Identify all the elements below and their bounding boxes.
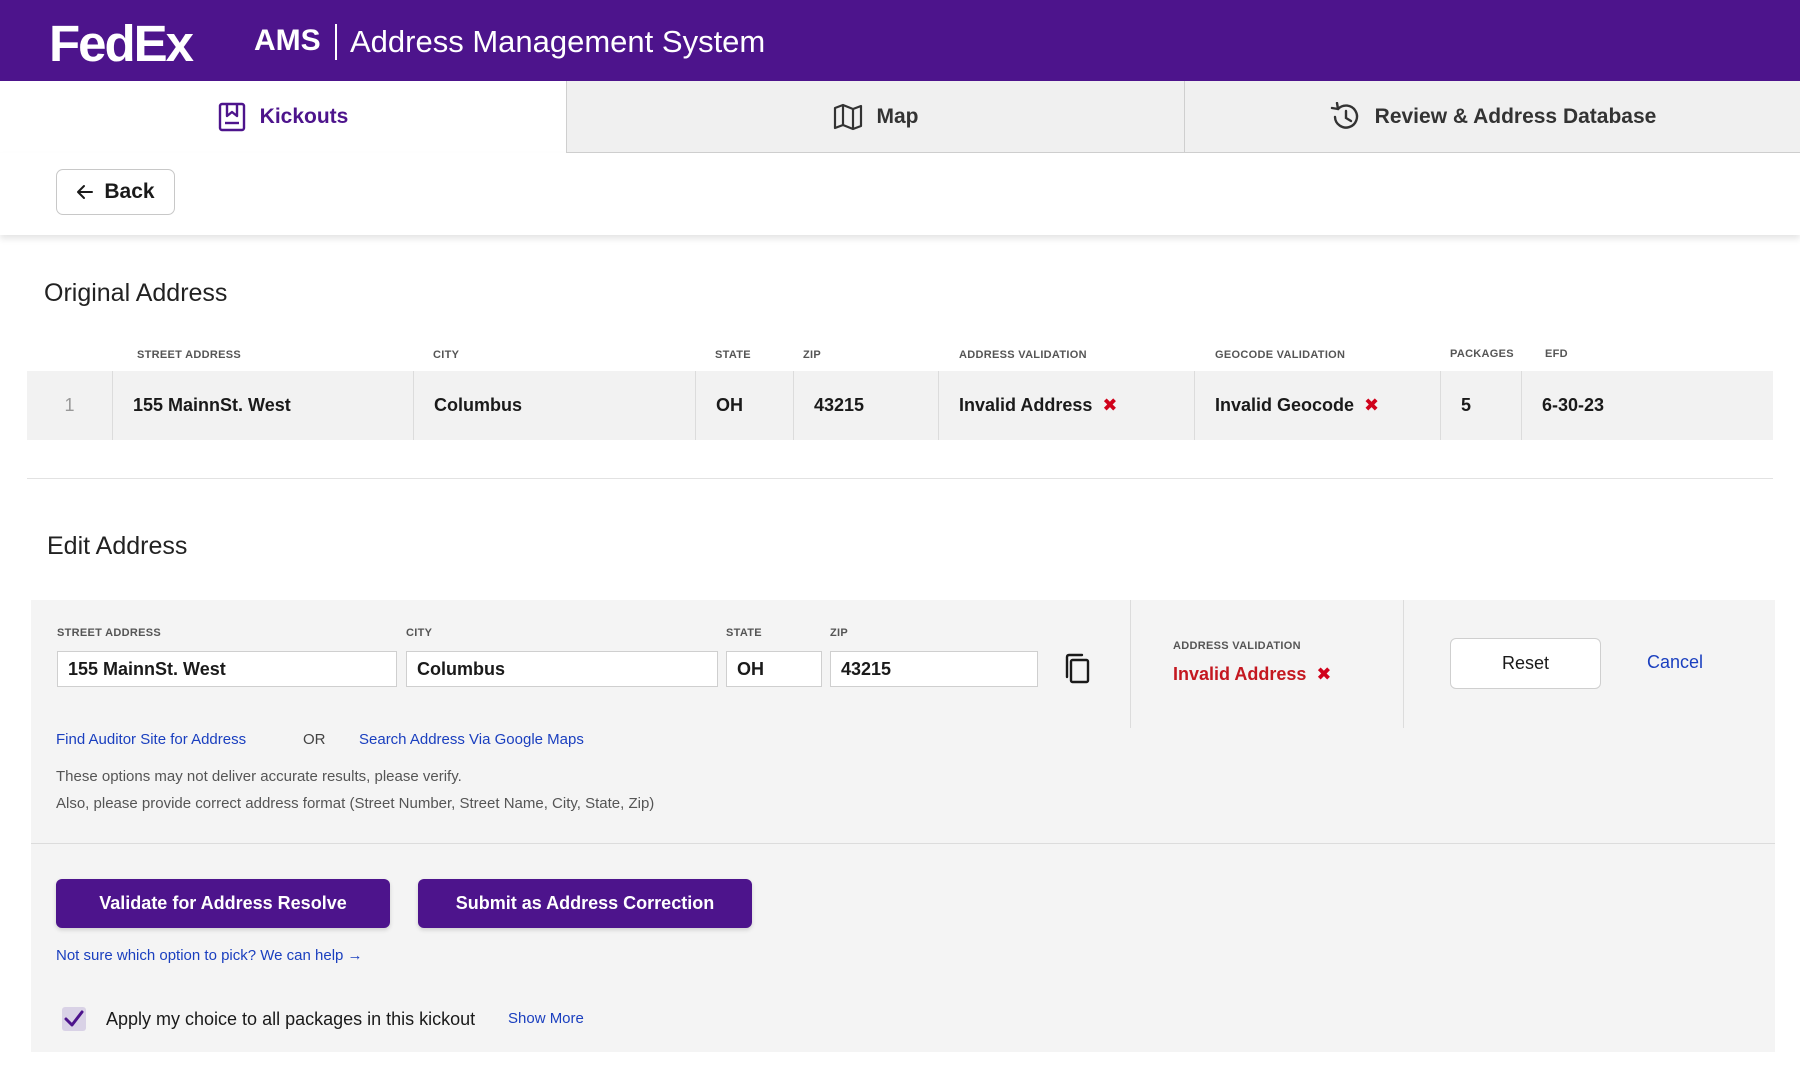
section-divider [27, 478, 1773, 479]
geocode-validation-text: Invalid Geocode [1215, 395, 1355, 415]
address-validation-label: ADDRESS VALIDATION [1173, 640, 1301, 652]
error-x-icon: ✖ [1364, 395, 1380, 415]
error-x-icon: ✖ [1102, 395, 1118, 415]
tab-label: Review & Address Database [1374, 104, 1657, 128]
tab-map[interactable]: Map [566, 81, 1184, 153]
apply-all-label[interactable]: Apply my choice to all packages in this … [106, 1009, 475, 1030]
table-row[interactable]: 1 155 MainnSt. West Columbus OH 43215 In… [27, 371, 1773, 440]
error-x-icon: ✖ [1316, 664, 1332, 684]
column-header-efd: EFD [1545, 348, 1568, 360]
cell-zip: 43215 [794, 371, 939, 440]
column-header-zip: ZIP [803, 349, 822, 361]
google-maps-link[interactable]: Search Address Via Google Maps [359, 731, 584, 748]
address-validation-status: Invalid Address ✖ [1173, 664, 1331, 685]
zip-label: ZIP [830, 627, 849, 639]
state-label: STATE [726, 627, 762, 639]
panel-divider [1130, 600, 1131, 728]
zip-field[interactable]: 43215 [830, 651, 1038, 687]
arrow-left-icon [77, 185, 94, 199]
app-header: FedEx AMS Address Management System [0, 0, 1800, 81]
state-field[interactable]: OH [726, 651, 822, 687]
tab-label: Map [876, 104, 919, 128]
cell-efd: 6-30-23 [1542, 395, 1605, 415]
column-header-address-validation: ADDRESS VALIDATION [959, 349, 1087, 361]
fedex-logo[interactable]: FedEx [49, 14, 194, 73]
show-more-link[interactable]: Show More [508, 1010, 584, 1027]
apply-all-checkbox[interactable] [62, 1007, 86, 1031]
accuracy-note: These options may not deliver accurate r… [56, 768, 462, 785]
city-field[interactable]: Columbus [406, 651, 718, 687]
column-header-city: CITY [433, 349, 460, 361]
tab-kickouts[interactable]: Kickouts [0, 81, 566, 153]
address-validation-text: Invalid Address [959, 395, 1093, 415]
submit-correction-button[interactable]: Submit as Address Correction [418, 879, 752, 928]
checkmark-icon [64, 1010, 84, 1027]
help-link[interactable]: Not sure which option to pick? We can he… [56, 947, 363, 964]
toolbar: Back [0, 153, 1800, 235]
column-header-geocode-validation: GEOCODE VALIDATION [1215, 349, 1346, 361]
cell-address-validation: Invalid Address ✖ [939, 371, 1195, 440]
cell-geocode-validation: Invalid Geocode ✖ [1195, 371, 1441, 440]
validate-button[interactable]: Validate for Address Resolve [56, 879, 390, 928]
app-name: Address Management System [350, 24, 766, 59]
history-icon [1330, 101, 1358, 129]
header-divider [335, 24, 337, 60]
back-label: Back [104, 180, 155, 203]
reset-button[interactable]: Reset [1450, 638, 1601, 689]
back-button[interactable]: Back [56, 169, 175, 215]
original-address-title: Original Address [44, 279, 228, 307]
or-text: OR [303, 731, 326, 748]
column-header-street: STREET ADDRESS [137, 349, 242, 361]
edit-address-title: Edit Address [47, 532, 188, 560]
cell-state: OH [696, 371, 794, 440]
tab-label: Kickouts [259, 105, 349, 128]
bookmark-list-icon [218, 102, 245, 132]
cell-packages: 5 [1441, 371, 1522, 440]
street-address-field[interactable]: 155 MainnSt. West [57, 651, 397, 687]
column-header-packages: PACKAGES [1450, 348, 1514, 360]
street-label: STREET ADDRESS [57, 627, 162, 639]
validation-status-text: Invalid Address [1173, 664, 1307, 684]
cell-street: 155 MainnSt. West [113, 371, 414, 440]
panel-divider [1403, 600, 1404, 728]
cell-city: Columbus [414, 371, 696, 440]
city-label: CITY [406, 627, 433, 639]
edit-panel-divider [31, 843, 1775, 844]
format-note: Also, please provide correct address for… [56, 795, 655, 812]
tab-review-address-database[interactable]: Review & Address Database [1184, 81, 1800, 153]
copy-icon[interactable] [1063, 653, 1091, 685]
column-header-state: STATE [715, 349, 751, 361]
find-auditor-link[interactable]: Find Auditor Site for Address [56, 731, 246, 748]
map-icon [833, 103, 862, 130]
app-abbreviation: AMS [254, 24, 321, 57]
cancel-link[interactable]: Cancel [1647, 652, 1703, 673]
row-index: 1 [27, 371, 113, 440]
